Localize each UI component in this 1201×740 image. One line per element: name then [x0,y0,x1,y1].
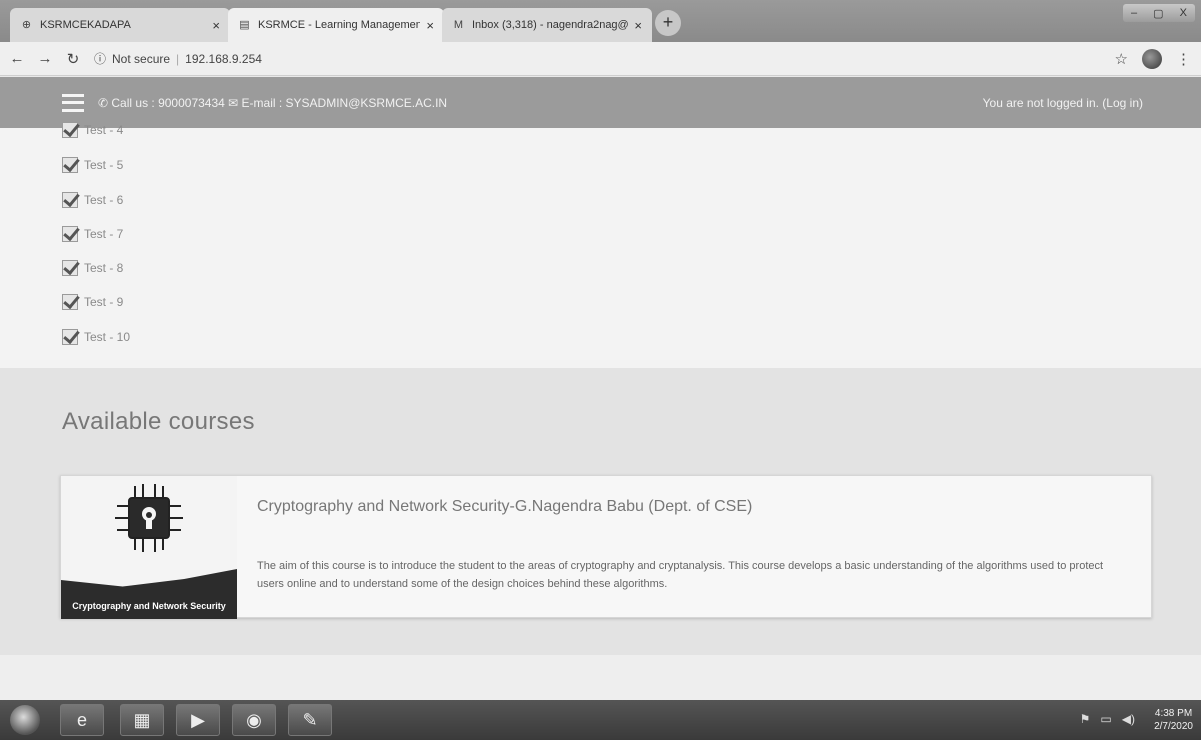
url-separator: | [176,51,180,66]
windows-taskbar: e ▦ ▶ ◉ ✎ ⚑ ▭ ◀) 4:38 PM 2/7/2020 [0,700,1201,740]
list-item[interactable]: Test - 10 [62,329,130,345]
checkbox-checked-icon[interactable] [62,329,78,345]
flag-icon[interactable]: ⚑ [1080,712,1091,726]
tab-close-icon[interactable]: × [426,18,434,33]
clock-time: 4:38 PM [1154,708,1193,719]
page-footer-band [0,655,1201,700]
url-text: 192.168.9.254 [185,51,262,66]
tab-close-icon[interactable]: × [212,18,220,33]
globe-icon: ⊕ [21,18,32,31]
close-window-button[interactable]: X [1180,7,1187,19]
contact-info: ✆ Call us : 9000073434 ✉ E-mail : SYSADM… [98,95,448,110]
start-button[interactable] [10,705,40,735]
gmail-icon: M [453,18,464,31]
checkbox-checked-icon[interactable] [62,122,78,138]
reload-icon[interactable]: ↻ [62,50,84,68]
tab-close-icon[interactable]: × [634,18,642,33]
info-icon[interactable]: ⓘ [94,50,106,67]
page-icon: ▤ [239,18,250,31]
maximize-button[interactable]: ▢ [1153,7,1163,20]
list-item[interactable]: Test - 4 [62,122,123,138]
course-thumbnail[interactable]: Cryptography and Network Security [61,476,237,619]
network-icon[interactable]: ▭ [1100,712,1111,726]
clock-date: 2/7/2020 [1154,721,1193,732]
taskbar-clock[interactable]: 4:38 PM 2/7/2020 [1154,707,1193,733]
hamburger-menu-icon[interactable] [62,93,84,112]
checkbox-checked-icon[interactable] [62,260,78,276]
thumbnail-caption: Cryptography and Network Security [72,601,226,611]
tab-title: KSRMCE - Learning Managemen [258,19,421,31]
address-bar: ← → ↻ ⓘ Not secure | 192.168.9.254 ☆ ⋮ [0,42,1201,76]
folder-icon[interactable]: ▦ [120,704,164,736]
list-item[interactable]: Test - 8 [62,260,123,276]
section-heading: Available courses [62,408,255,435]
browser-tab-lms[interactable]: ▤ KSRMCE - Learning Managemen × [228,8,444,42]
menu-kebab-icon[interactable]: ⋮ [1176,50,1191,68]
checkbox-checked-icon[interactable] [62,294,78,310]
minimize-button[interactable]: – [1131,7,1137,19]
system-tray: ⚑ ▭ ◀) [1080,712,1135,726]
list-item[interactable]: Test - 6 [62,192,123,208]
list-item[interactable]: Test - 5 [62,157,123,173]
checkbox-checked-icon[interactable] [62,157,78,173]
url-field[interactable]: ⓘ Not secure | 192.168.9.254 [94,47,1115,71]
new-tab-button[interactable]: + [655,10,681,36]
bookmark-star-icon[interactable]: ☆ [1115,50,1128,68]
browser-tab-ksrmcekadapa[interactable]: ⊕ KSRMCEKADAPA × [10,8,230,42]
list-item[interactable]: Test - 7 [62,226,123,242]
available-courses-section: Available courses Cryptography and Netwo… [0,368,1201,655]
security-label: Not secure [112,51,171,66]
course-card[interactable]: Cryptography and Network Security Crypto… [60,475,1152,619]
window-controls: – ▢ X [1123,4,1195,22]
forward-arrow-icon[interactable]: → [34,50,56,67]
checkbox-checked-icon[interactable] [62,226,78,242]
profile-avatar[interactable] [1142,48,1162,69]
phone-icon: ✆ [98,95,112,110]
ie-icon[interactable]: e [60,704,104,736]
media-player-icon[interactable]: ▶ [176,704,220,736]
list-item[interactable]: Test - 9 [62,294,123,310]
browser-tab-inbox[interactable]: M Inbox (3,318) - nagendra2nag@ × [442,8,652,42]
tab-title: KSRMCEKADAPA [40,19,131,31]
paint-icon[interactable]: ✎ [288,704,332,736]
site-header: ✆ Call us : 9000073434 ✉ E-mail : SYSADM… [0,77,1201,128]
checkbox-checked-icon[interactable] [62,192,78,208]
login-status-link[interactable]: You are not logged in. (Log in) [983,96,1143,110]
back-arrow-icon[interactable]: ← [6,50,28,67]
course-summary: The aim of this course is to introduce t… [257,560,1104,590]
browser-tab-strip: ⊕ KSRMCEKADAPA × ▤ KSRMCE - Learning Man… [0,0,1201,42]
tab-title: Inbox (3,318) - nagendra2nag@ [472,19,629,31]
volume-icon[interactable]: ◀) [1122,712,1135,726]
chrome-icon[interactable]: ◉ [232,704,276,736]
test-list-area: Test - 4 Test - 5 Test - 6 Test - 7 Test… [0,122,1201,368]
course-title-link[interactable]: Cryptography and Network Security-G.Nage… [257,498,752,516]
